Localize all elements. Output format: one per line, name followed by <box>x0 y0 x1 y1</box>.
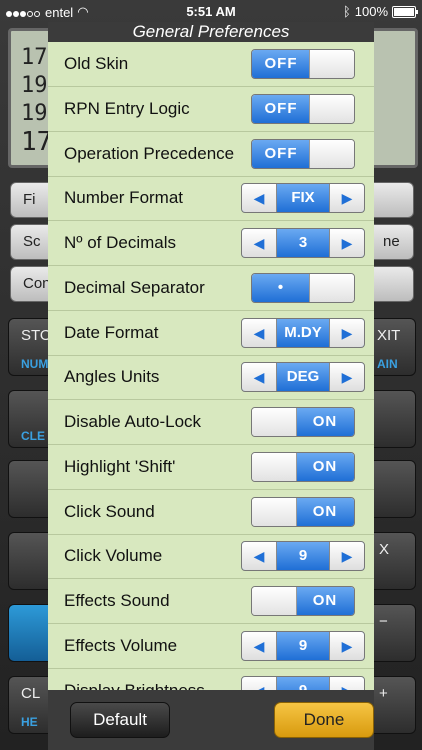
panel-footer: Default Done <box>48 690 374 750</box>
stepper-value: 9 <box>298 636 308 654</box>
pref-row-click-sound: Click Sound ON <box>48 490 374 535</box>
panel-title: General Preferences <box>48 22 374 42</box>
pref-row-rpn-entry-logic: RPN Entry Logic OFF <box>48 87 374 132</box>
arrow-left-icon[interactable]: ◀ <box>242 363 277 392</box>
pref-row-angles-units: Angles Units ◀ DEG ▶ <box>48 355 374 401</box>
toggle-knob <box>309 50 354 78</box>
toggle-knob <box>252 497 297 526</box>
arrow-right-icon[interactable]: ▶ <box>329 363 364 392</box>
effects-volume-stepper: ◀ 9 ▶ <box>241 630 365 661</box>
stepper-value: M.DY <box>284 323 322 341</box>
done-button[interactable]: Done <box>274 702 374 738</box>
battery-percent: 100% <box>354 4 388 19</box>
toggle-knob <box>309 94 354 123</box>
old-skin-toggle[interactable]: OFF <box>251 49 355 79</box>
pref-label: Disable Auto-Lock <box>64 412 202 431</box>
click-volume-stepper: ◀ 9 ▶ <box>241 541 365 572</box>
toggle-state-label: ON <box>296 408 354 436</box>
pref-label: Effects Volume <box>64 635 178 655</box>
arrow-right-icon[interactable]: ▶ <box>329 631 364 660</box>
pref-row-n-of-decimals: Nº of Decimals ◀ 3 ▶ <box>48 221 374 266</box>
operation-precedence-toggle[interactable]: OFF <box>251 138 355 169</box>
pref-row-operation-precedence: Operation Precedence OFF <box>48 132 374 177</box>
pref-row-old-skin: Old Skin OFF <box>48 42 374 87</box>
toggle-knob <box>252 587 297 615</box>
display-line: 19 <box>21 101 48 126</box>
toggle-state-label: OFF <box>252 50 310 78</box>
pref-row-effects-volume: Effects Volume ◀ 9 ▶ <box>48 624 374 669</box>
display-line: 17 <box>21 45 48 70</box>
pref-row-number-format: Number Format ◀ FIX ▶ <box>48 176 374 222</box>
pref-label: Highlight 'Shift' <box>64 456 176 476</box>
arrow-right-icon[interactable]: ▶ <box>329 184 364 213</box>
stepper-value: FIX <box>291 189 315 207</box>
disable-auto-lock-toggle[interactable]: ON <box>251 407 355 437</box>
toggle-knob <box>309 273 354 302</box>
pref-row-date-format: Date Format ◀ M.DY ▶ <box>48 311 374 356</box>
stepper-value: DEG <box>286 368 320 386</box>
arrow-left-icon[interactable]: ◀ <box>242 229 277 257</box>
toggle-knob <box>309 139 354 168</box>
toggle-state-label: ON <box>296 497 354 526</box>
toggle-state-label: OFF <box>252 94 310 123</box>
pref-label: Old Skin <box>64 54 129 73</box>
highlight-shift-toggle[interactable]: ON <box>251 451 355 482</box>
display-line: 19 <box>21 73 48 98</box>
pref-label: Date Format <box>64 322 159 342</box>
click-sound-toggle[interactable]: ON <box>251 496 355 527</box>
toggle-state-label: OFF <box>252 139 310 168</box>
toggle-state-label: • <box>252 273 310 302</box>
pref-row-decimal-separator: Decimal Separator • <box>48 266 374 311</box>
arrow-left-icon[interactable]: ◀ <box>242 318 277 347</box>
toggle-knob <box>252 408 297 436</box>
pref-label: Click Sound <box>64 501 155 521</box>
toggle-state-label: ON <box>296 587 354 615</box>
stepper-value: 9 <box>298 547 308 565</box>
pref-label: Decimal Separator <box>64 277 205 297</box>
arrow-right-icon[interactable]: ▶ <box>329 229 364 257</box>
toggle-knob <box>252 452 297 481</box>
arrow-left-icon[interactable]: ◀ <box>242 184 277 213</box>
pref-label: Angles Units <box>64 367 160 387</box>
pref-label: Number Format <box>64 188 184 208</box>
pref-label: Nº of Decimals <box>64 233 177 252</box>
pref-label: RPN Entry Logic <box>64 98 190 118</box>
general-preferences-panel: General Preferences Old Skin OFF RPN Entry… <box>48 22 374 750</box>
pref-label: Click Volume <box>64 546 163 566</box>
number-format-stepper: ◀ FIX ▶ <box>241 183 365 214</box>
status-bar: entel ◠ 5:51 AM ᛒ 100% <box>0 0 422 22</box>
pref-label: Operation Precedence <box>64 143 235 163</box>
default-button[interactable]: Default <box>70 702 170 738</box>
battery-icon <box>392 5 418 18</box>
pref-label: Effects Sound <box>64 591 170 610</box>
effects-sound-toggle[interactable]: ON <box>251 586 355 616</box>
arrow-left-icon[interactable]: ◀ <box>242 542 277 571</box>
rpn-entry-logic-toggle[interactable]: OFF <box>251 93 355 124</box>
pref-row-effects-sound: Effects Sound ON <box>48 579 374 624</box>
arrow-left-icon[interactable]: ◀ <box>242 631 277 660</box>
pref-row-click-volume: Click Volume ◀ 9 ▶ <box>48 534 374 580</box>
angles-units-stepper: ◀ DEG ▶ <box>241 362 365 393</box>
n-of-decimals-stepper: ◀ 3 ▶ <box>241 228 365 258</box>
bluetooth-icon: ᛒ <box>342 4 351 19</box>
stepper-value: 3 <box>298 234 308 251</box>
arrow-right-icon[interactable]: ▶ <box>329 542 364 571</box>
arrow-right-icon[interactable]: ▶ <box>329 318 364 347</box>
toggle-state-label: ON <box>296 452 354 481</box>
pref-row-highlight-shift: Highlight 'Shift' ON <box>48 445 374 490</box>
decimal-separator-toggle[interactable]: • <box>251 272 355 303</box>
pref-row-disable-auto-lock: Disable Auto-Lock ON <box>48 400 374 445</box>
date-format-stepper: ◀ M.DY ▶ <box>241 317 365 348</box>
